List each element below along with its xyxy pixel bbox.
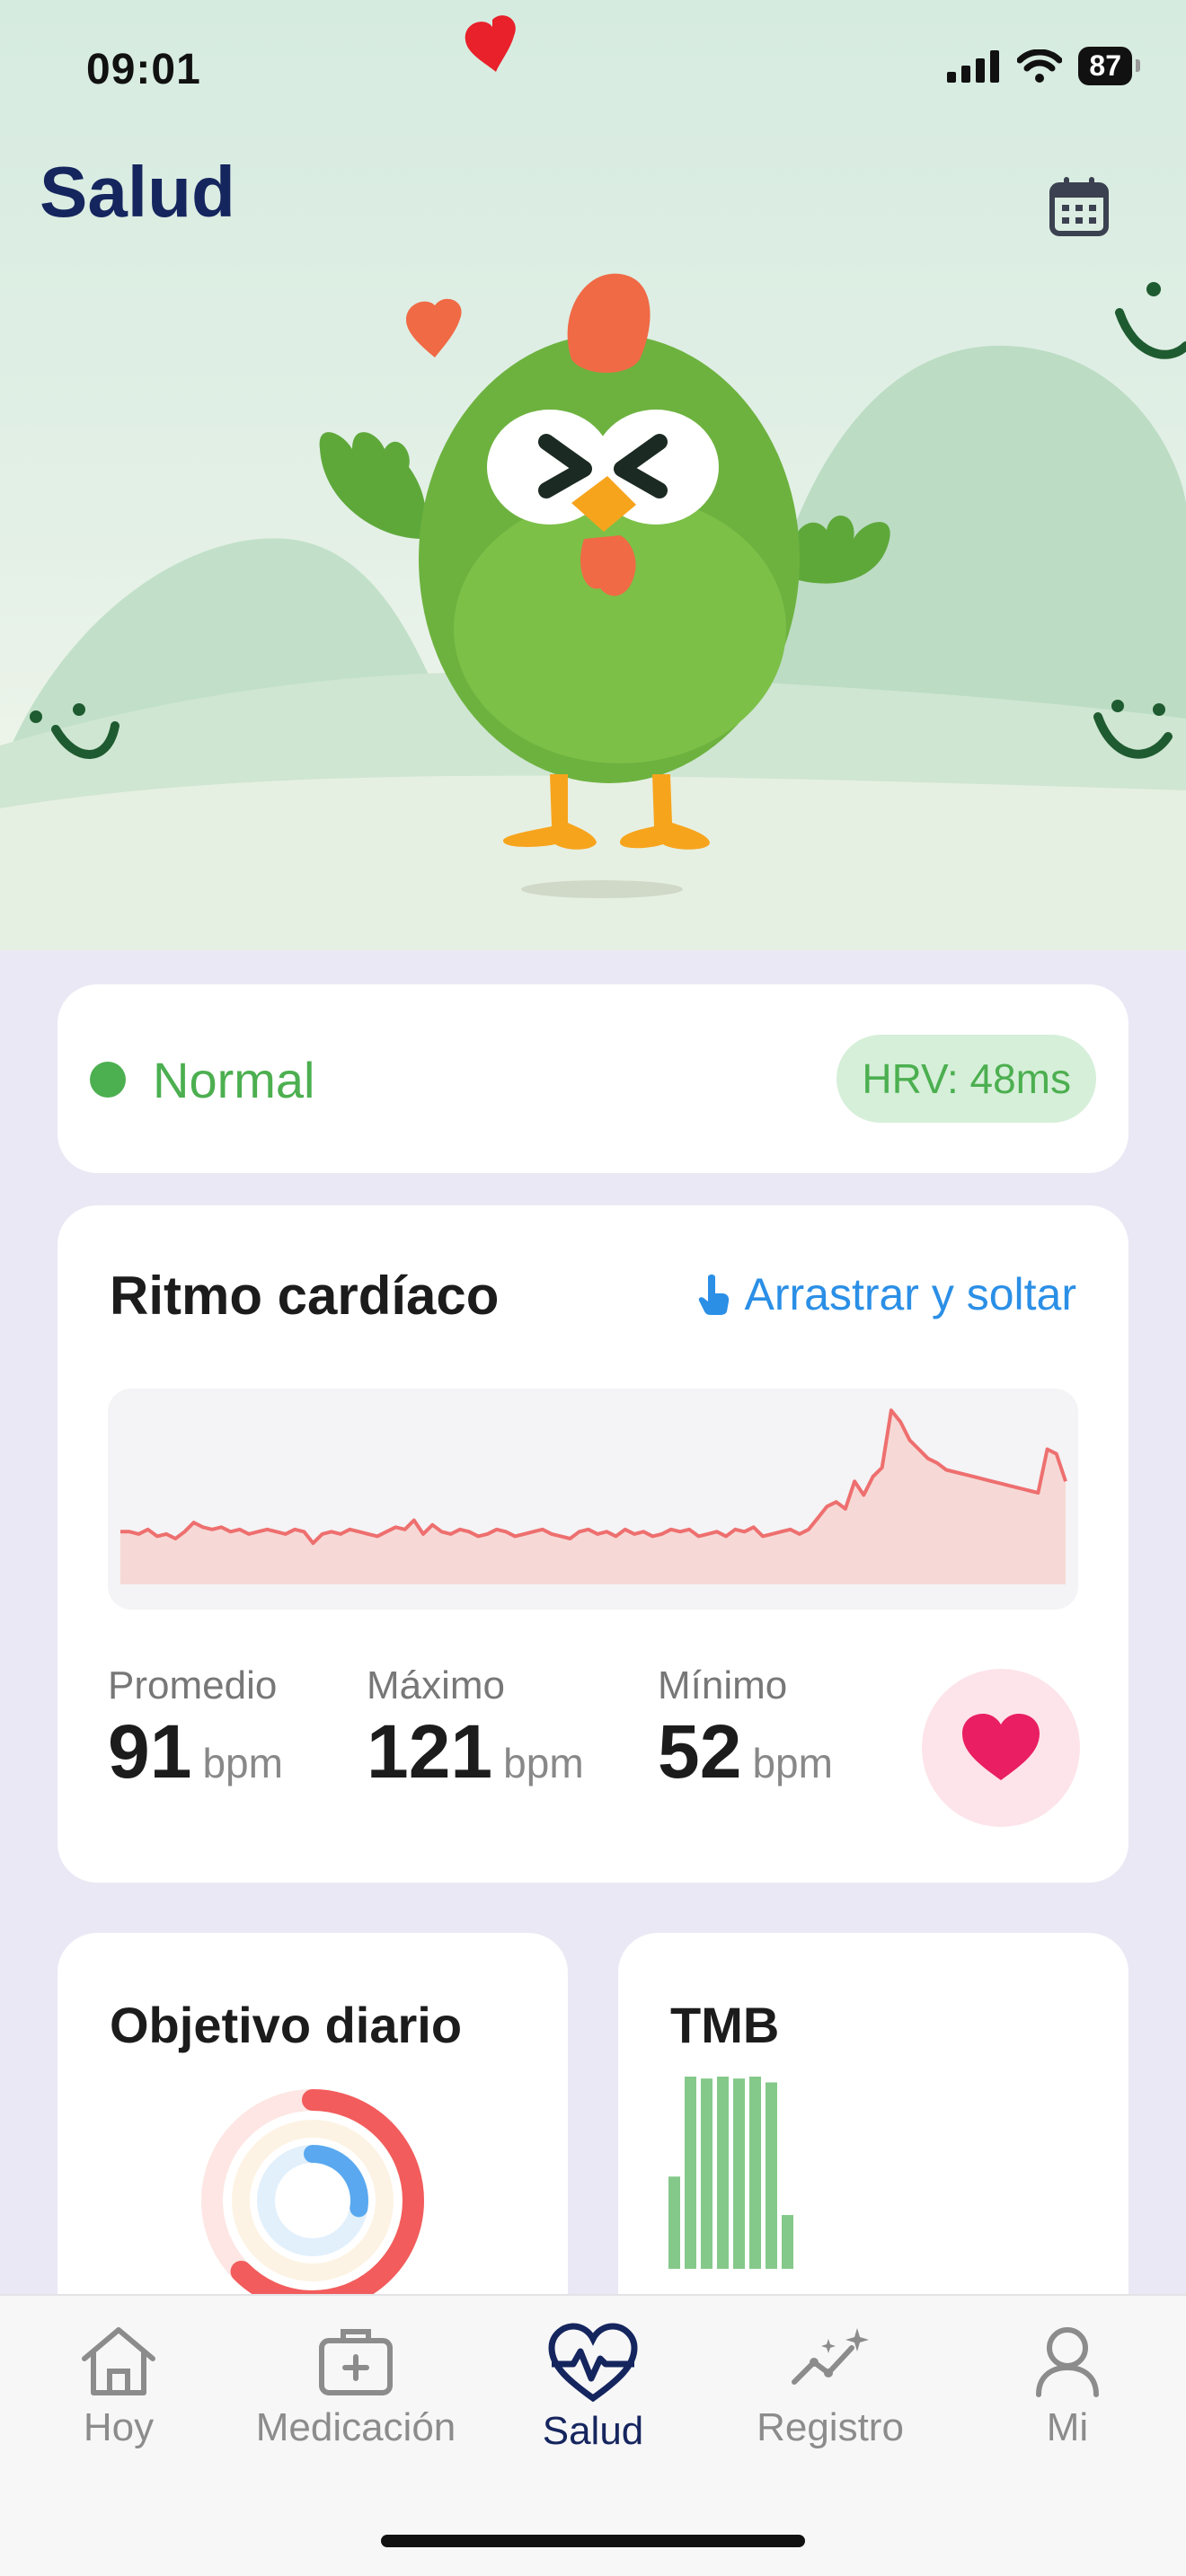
tmb-bar xyxy=(733,2078,745,2269)
tab-salud-label: Salud xyxy=(542,2409,644,2453)
stat-average-unit: bpm xyxy=(202,1740,283,1786)
tab-hoy-label: Hoy xyxy=(83,2405,155,2449)
tmb-bar-chart xyxy=(668,2077,793,2269)
person-icon xyxy=(1036,2327,1099,2397)
tmb-bar xyxy=(766,2082,777,2269)
drag-and-drop-label: Arrastrar y soltar xyxy=(744,1269,1076,1319)
heart-rate-title: Ritmo cardíaco xyxy=(110,1266,500,1326)
stat-maximum-unit: bpm xyxy=(503,1740,584,1786)
status-card: Normal HRV: 48ms xyxy=(58,984,1128,1173)
tmb-bar xyxy=(717,2077,729,2269)
mascot-illustration xyxy=(0,15,1186,950)
medical-kit-icon xyxy=(319,2329,393,2395)
tab-registro-label: Registro xyxy=(757,2405,904,2449)
tab-medicacion-label: Medicación xyxy=(255,2405,456,2449)
status-indicators: 87 xyxy=(947,47,1140,85)
page-title: Salud xyxy=(40,152,235,232)
heart-button[interactable] xyxy=(922,1669,1080,1827)
battery-indicator: 87 xyxy=(1078,47,1140,85)
stat-average-label: Promedio xyxy=(108,1663,278,1707)
tap-hand-icon xyxy=(699,1275,730,1315)
wifi-icon xyxy=(1017,49,1063,83)
drag-and-drop-link[interactable]: Arrastrar y soltar xyxy=(695,1268,1076,1320)
tmb-bar xyxy=(782,2215,793,2269)
heart-rate-card: Ritmo cardíaco Arrastrar y soltar Promed… xyxy=(58,1205,1128,1883)
hero-banner: 09:01 87 Salud xyxy=(0,0,1186,950)
home-icon xyxy=(82,2327,155,2395)
tmb-bar xyxy=(701,2078,712,2269)
home-indicator xyxy=(381,2535,805,2547)
tmb-bar xyxy=(668,2176,680,2269)
trend-sparkle-icon xyxy=(792,2328,869,2385)
calendar-icon[interactable] xyxy=(1048,174,1111,239)
heart-rate-area xyxy=(120,1410,1066,1584)
stat-minimum-unit: bpm xyxy=(752,1740,833,1786)
status-time: 09:01 xyxy=(86,46,201,93)
tab-mi-label: Mi xyxy=(1046,2405,1089,2449)
stat-average: Promedio 91 bpm xyxy=(108,1663,283,1795)
heart-pulse-icon xyxy=(548,2323,638,2402)
stat-maximum: Máximo 121 bpm xyxy=(367,1663,584,1795)
hrv-badge: HRV: 48ms xyxy=(836,1035,1096,1123)
tmb-bar xyxy=(685,2077,696,2269)
tab-medicacion[interactable]: Medicación xyxy=(237,2323,474,2450)
tab-registro[interactable]: Registro xyxy=(712,2323,949,2450)
heart-rate-chart[interactable] xyxy=(108,1389,1078,1610)
status-label: Normal xyxy=(153,1052,315,1108)
stat-maximum-label: Máximo xyxy=(367,1663,506,1707)
heart-rate-chart-svg xyxy=(120,1408,1067,1584)
tmb-title: TMB xyxy=(670,1997,780,2053)
stat-minimum: Mínimo 52 bpm xyxy=(658,1663,833,1795)
goal-ring-chart xyxy=(201,2089,424,2312)
tab-salud[interactable]: Salud xyxy=(474,2323,712,2454)
heart-icon xyxy=(962,1714,1040,1780)
stat-average-value: 91 xyxy=(108,1709,192,1794)
tmb-bar xyxy=(749,2077,761,2269)
stat-minimum-label: Mínimo xyxy=(658,1663,788,1707)
tab-bar: Hoy Medicación Salud Registro Mi xyxy=(0,2294,1186,2576)
stat-minimum-value: 52 xyxy=(658,1709,742,1794)
status-dot xyxy=(90,1062,126,1098)
daily-goal-title: Objetivo diario xyxy=(110,1997,463,2053)
tab-hoy[interactable]: Hoy xyxy=(0,2323,237,2450)
signal-icon xyxy=(947,49,1000,83)
tab-mi[interactable]: Mi xyxy=(949,2323,1186,2450)
stat-maximum-value: 121 xyxy=(367,1709,493,1794)
